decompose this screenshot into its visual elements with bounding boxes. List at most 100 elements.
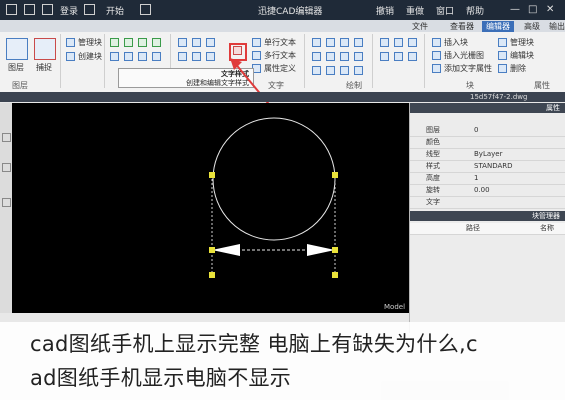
start-label[interactable]: 开始	[106, 4, 124, 17]
raster-icon[interactable]	[432, 51, 441, 60]
snap-button-label: 捕捉	[36, 63, 52, 72]
dim-icon[interactable]	[354, 52, 363, 61]
ellipse-icon[interactable]	[124, 52, 133, 61]
property-value: 0	[474, 126, 479, 134]
settings-icon[interactable]	[140, 4, 151, 15]
property-row[interactable]: 样式 STANDARD	[410, 161, 565, 173]
dim-icon[interactable]	[312, 52, 321, 61]
save-icon[interactable]	[42, 4, 53, 15]
block-icon[interactable]	[408, 52, 417, 61]
ribbon: 图层 捕捉 管理块 创建块 单行文本 多行文本 属性定义 插入块 插入光栅图 添…	[0, 32, 565, 93]
redo-label[interactable]: 重做	[406, 4, 424, 17]
tab-viewer[interactable]: 查看器	[446, 21, 478, 32]
grip-point	[209, 272, 215, 278]
tool-icon[interactable]	[2, 133, 11, 142]
rect-icon[interactable]	[152, 38, 161, 47]
tool-icon[interactable]	[2, 163, 11, 172]
tab-file[interactable]: 文件	[408, 21, 432, 32]
create-block-icon[interactable]	[432, 38, 441, 47]
dim-icon[interactable]	[312, 66, 321, 75]
ribbon-item[interactable]: 管理块	[78, 37, 102, 48]
draw-tool-icon[interactable]	[66, 52, 75, 61]
rotate-icon[interactable]	[206, 38, 215, 47]
manage-block-icon[interactable]	[498, 38, 507, 47]
dim-icon[interactable]	[312, 38, 321, 47]
drawing-svg	[209, 117, 338, 278]
edit-block-icon[interactable]	[498, 51, 507, 60]
dim-icon[interactable]	[326, 38, 335, 47]
dim-icon[interactable]	[326, 52, 335, 61]
dim-icon[interactable]	[340, 38, 349, 47]
group-label-layer: 图层	[12, 81, 28, 90]
ribbon-item[interactable]: 插入光栅图	[444, 50, 484, 61]
circle-entity	[212, 117, 336, 241]
line-icon[interactable]	[110, 38, 119, 47]
grip-point	[209, 247, 215, 253]
block-icon[interactable]	[394, 38, 403, 47]
copy-icon[interactable]	[192, 38, 201, 47]
property-row[interactable]: 旋转 0.00	[410, 185, 565, 197]
ribbon-item[interactable]: 添加文字属性	[444, 63, 492, 74]
property-row[interactable]: 颜色	[410, 137, 565, 149]
left-toolbar	[0, 103, 12, 313]
property-row[interactable]: 图层 0	[410, 125, 565, 137]
mirror-icon[interactable]	[192, 52, 201, 61]
property-row[interactable]: 文字	[410, 197, 565, 209]
ribbon-item[interactable]: 管理块	[510, 37, 534, 48]
grip-point	[332, 272, 338, 278]
layer-button-icon[interactable]	[6, 38, 28, 60]
folder-icon[interactable]	[84, 4, 95, 15]
tab-output[interactable]: 输出	[545, 21, 565, 32]
property-row[interactable]: 线型 ByLayer	[410, 149, 565, 161]
separator	[424, 34, 425, 88]
delete-icon[interactable]	[498, 64, 507, 73]
polyline-icon[interactable]	[124, 38, 133, 47]
drawing-canvas[interactable]: Model	[12, 103, 409, 313]
login-label[interactable]: 登录	[60, 4, 78, 17]
property-key: 旋转	[426, 186, 440, 194]
ribbon-item[interactable]: 删除	[510, 63, 526, 74]
hatch-icon[interactable]	[138, 52, 147, 61]
attr-icon[interactable]	[432, 64, 441, 73]
separator	[60, 34, 61, 88]
tab-editor[interactable]: 编辑器	[482, 21, 514, 32]
move-icon[interactable]	[178, 38, 187, 47]
ribbon-item[interactable]: 创建块	[78, 51, 102, 62]
block-icon[interactable]	[408, 38, 417, 47]
model-tab[interactable]: Model	[384, 303, 405, 311]
app-menu-icon[interactable]	[6, 4, 17, 15]
dim-icon[interactable]	[354, 38, 363, 47]
dim-icon[interactable]	[340, 66, 349, 75]
property-row[interactable]: 高度 1	[410, 173, 565, 185]
document-tab[interactable]: 15d57f47-2.dwg	[470, 93, 527, 101]
help-label[interactable]: 帮助	[466, 4, 484, 17]
property-value: 0.00	[474, 186, 490, 194]
block-icon[interactable]	[380, 38, 389, 47]
draw-tool-icon[interactable]	[66, 38, 75, 47]
window-minimize-icon[interactable]: —	[510, 4, 520, 15]
window-close-icon[interactable]: ✕	[546, 4, 554, 15]
block-icon[interactable]	[380, 52, 389, 61]
circle-icon[interactable]	[110, 52, 119, 61]
tab-advanced[interactable]: 高级	[520, 21, 544, 32]
scale-icon[interactable]	[178, 52, 187, 61]
dim-icon[interactable]	[340, 52, 349, 61]
ribbon-item[interactable]: 单行文本	[264, 37, 296, 48]
ribbon-item[interactable]: 编辑块	[510, 50, 534, 61]
single-text-icon[interactable]	[252, 38, 261, 47]
undo-label[interactable]: 撤销	[376, 4, 394, 17]
trim-icon[interactable]	[206, 52, 215, 61]
tool-icon[interactable]	[2, 198, 11, 207]
window-label[interactable]: 窗口	[436, 4, 454, 17]
ribbon-item[interactable]: 插入块	[444, 37, 468, 48]
dim-icon[interactable]	[326, 66, 335, 75]
properties-panel: 属性 图层 0 颜色 线型 ByLayer 样式 STANDARD 高度 1 旋转 0.0…	[409, 103, 565, 333]
window-maximize-icon[interactable]: □	[528, 4, 537, 15]
block-icon[interactable]	[394, 52, 403, 61]
arc-icon[interactable]	[138, 38, 147, 47]
point-icon[interactable]	[152, 52, 161, 61]
minimize-icon[interactable]	[24, 4, 35, 15]
app-title: 迅捷CAD编辑器	[258, 7, 323, 17]
dim-icon[interactable]	[354, 66, 363, 75]
snap-button-icon[interactable]	[34, 38, 56, 60]
